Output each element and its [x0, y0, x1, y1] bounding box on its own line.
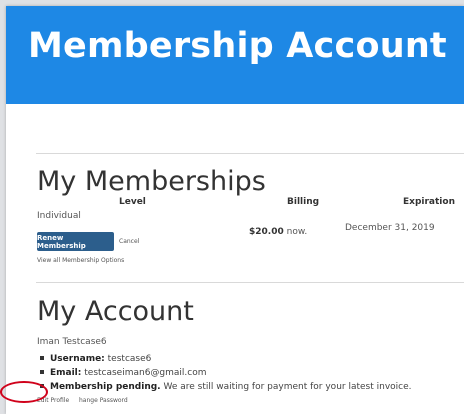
column-level: Level: [119, 197, 146, 207]
billing-amount: $20.00: [249, 227, 284, 237]
email-value: testcaseiman6@gmail.com: [84, 368, 207, 378]
divider: [36, 153, 464, 154]
account-heading: My Account: [37, 296, 194, 327]
bullet-icon: [40, 370, 44, 374]
email-label: Email:: [50, 368, 82, 378]
account-display-name: Iman Testcase6: [37, 337, 107, 347]
column-expiration: Expiration: [403, 197, 455, 207]
account-details-list: Username: testcase6 Email: testcaseiman6…: [37, 352, 412, 394]
list-item: Email: testcaseiman6@gmail.com: [37, 366, 412, 380]
username-value: testcase6: [107, 354, 152, 364]
view-all-membership-options-link[interactable]: View all Membership Options: [37, 257, 124, 264]
list-item: Username: testcase6: [37, 352, 412, 366]
renew-membership-button[interactable]: Renew Membership: [37, 232, 114, 251]
bullet-icon: [40, 356, 44, 360]
list-item: Membership pending. We are still waiting…: [37, 380, 412, 394]
page-title: Membership Account: [28, 26, 447, 66]
column-billing: Billing: [287, 197, 320, 207]
pending-text: We are still waiting for payment for you…: [163, 382, 412, 392]
membership-level-name: Individual: [37, 211, 81, 221]
billing-suffix: now.: [286, 227, 308, 237]
change-password-link[interactable]: hange Password: [79, 397, 128, 404]
cancel-link[interactable]: Cancel: [119, 238, 139, 245]
billing-amount-cell: $20.00 now.: [249, 227, 307, 237]
memberships-heading: My Memberships: [37, 166, 266, 197]
expiration-date: December 31, 2019: [345, 223, 435, 233]
header-banner: Membership Account: [6, 6, 464, 104]
pending-label: Membership pending.: [50, 382, 161, 392]
username-label: Username:: [50, 354, 105, 364]
divider: [36, 282, 464, 283]
page: Membership Account My Memberships Level …: [6, 6, 464, 414]
annotation-circle: [0, 381, 48, 403]
